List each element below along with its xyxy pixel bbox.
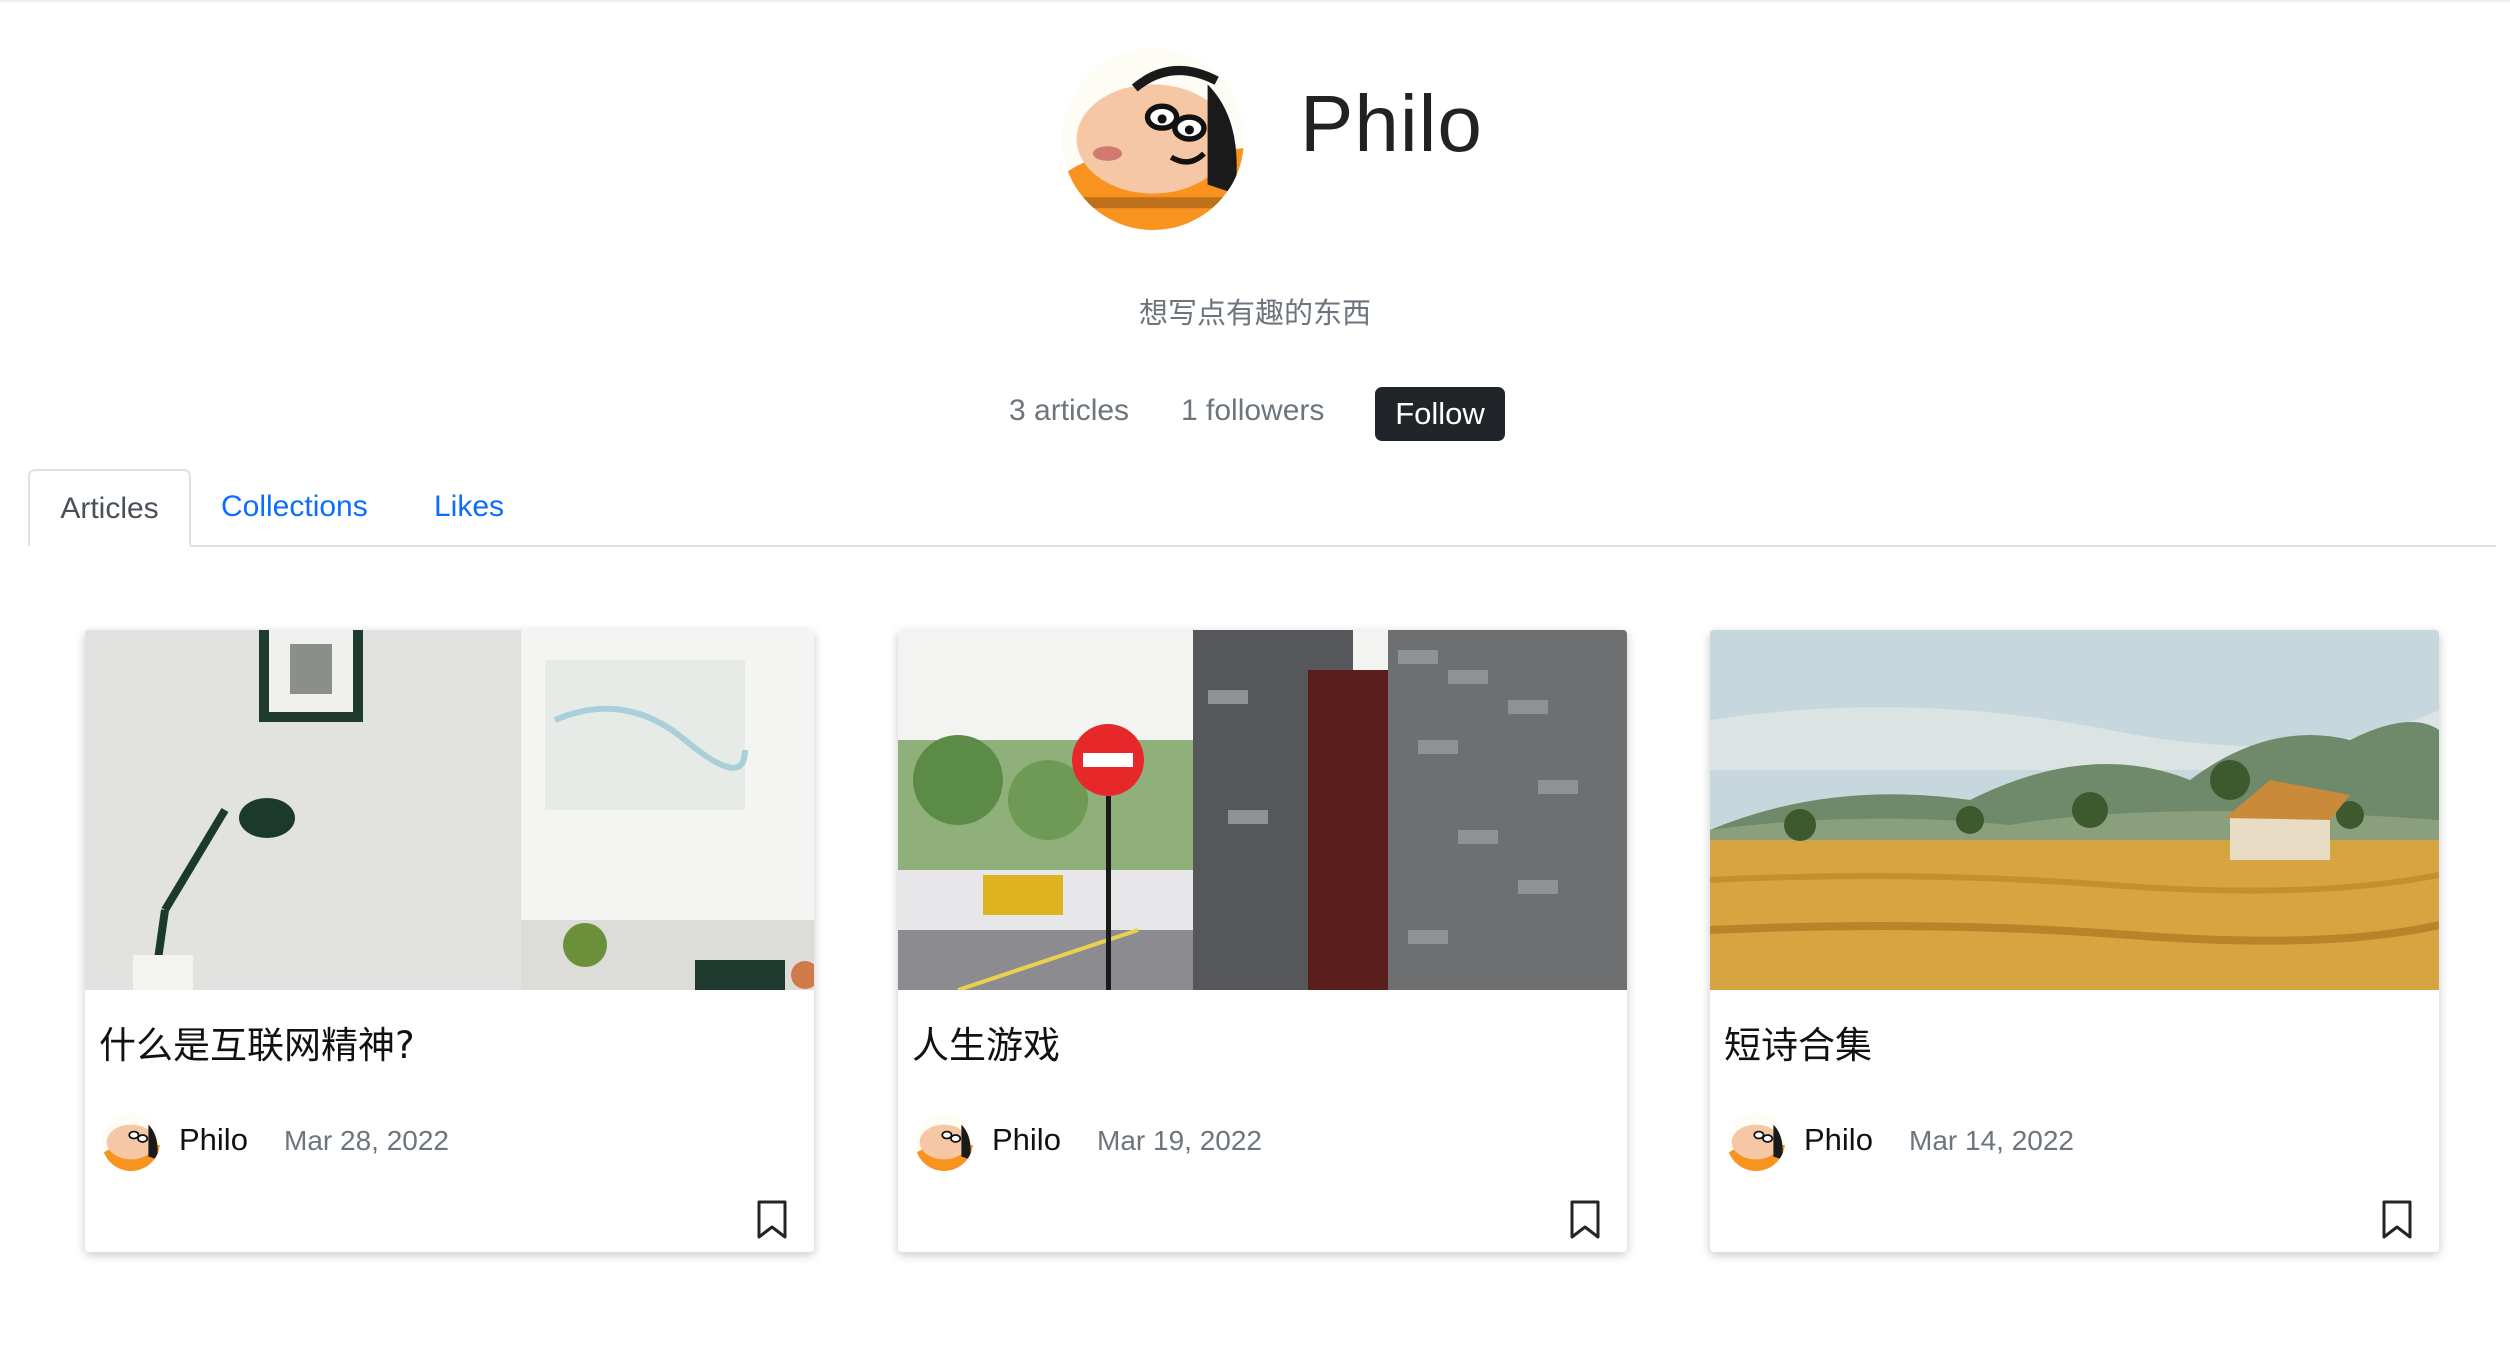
profile-tabs: Articles Collections Likes — [28, 469, 2496, 547]
card-title[interactable]: 短诗合集 — [1724, 1015, 1872, 1069]
profile-avatar — [1062, 48, 1244, 230]
profile-page: Philo 想写点有趣的东西 3 articles 1 followers Fo… — [0, 0, 2510, 1358]
article-card[interactable]: 什么是互联网精神? Philo Mar 28, 2022 — [85, 630, 814, 1252]
article-card[interactable]: 人生游戏 Philo Mar 19, 2022 — [898, 630, 1627, 1252]
tab-likes[interactable]: Likes — [434, 469, 504, 545]
card-title[interactable]: 什么是互联网精神? — [99, 1015, 415, 1069]
card-date: Mar 14, 2022 — [1909, 1125, 2074, 1156]
profile-name: Philo — [1300, 79, 1483, 168]
card-author-name[interactable]: Philo — [1804, 1122, 1873, 1158]
card-date: Mar 28, 2022 — [284, 1125, 449, 1156]
article-card[interactable]: 短诗合集 Philo Mar 14, 2022 — [1710, 630, 2439, 1252]
tab-articles[interactable]: Articles — [28, 469, 191, 547]
profile-bio: 想写点有趣的东西 — [1138, 296, 1371, 330]
author-avatar[interactable] — [1727, 1113, 1785, 1171]
card-author-name[interactable]: Philo — [992, 1122, 1061, 1158]
bookmark-icon[interactable] — [755, 1200, 789, 1240]
tab-collections[interactable]: Collections — [221, 469, 368, 545]
card-title[interactable]: 人生游戏 — [912, 1015, 1060, 1069]
card-cover-image[interactable] — [898, 630, 1627, 990]
card-cover-image[interactable] — [1710, 630, 2439, 990]
articles-count: 3 articles — [1009, 394, 1130, 427]
card-date: Mar 19, 2022 — [1097, 1125, 1262, 1156]
card-cover-image[interactable] — [85, 630, 814, 990]
author-avatar[interactable] — [915, 1113, 973, 1171]
follow-button[interactable]: Follow — [1375, 387, 1505, 441]
author-avatar[interactable] — [102, 1113, 160, 1171]
top-shadow — [0, 0, 2510, 3]
followers-count: 1 followers — [1181, 394, 1325, 427]
bookmark-icon[interactable] — [2380, 1200, 2414, 1240]
card-author-name[interactable]: Philo — [179, 1122, 248, 1158]
bookmark-icon[interactable] — [1568, 1200, 1602, 1240]
